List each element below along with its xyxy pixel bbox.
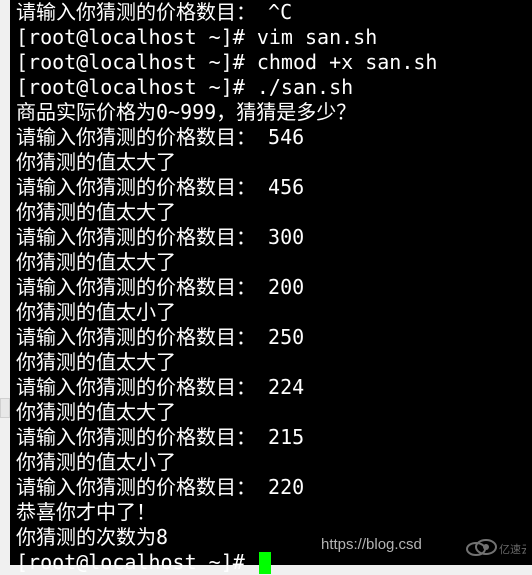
terminal-line: 你猜测的值太大了 bbox=[16, 250, 526, 275]
terminal-window[interactable]: 请输入你猜测的价格数目： ^C[root@localhost ~]# vim s… bbox=[10, 0, 532, 565]
shell-prompt: [root@localhost ~]# bbox=[16, 25, 257, 49]
terminal-line: 你猜测的值太小了 bbox=[16, 450, 526, 475]
terminal-line: 请输入你猜测的价格数目： 224 bbox=[16, 375, 526, 400]
shell-command: vim san.sh bbox=[257, 25, 377, 49]
terminal-line: 请输入你猜测的价格数目： 300 bbox=[16, 225, 526, 250]
terminal-line: 请输入你猜测的价格数目： 250 bbox=[16, 325, 526, 350]
terminal-line: [root@localhost ~]# ./san.sh bbox=[16, 75, 526, 100]
terminal-line: [root@localhost ~]# vim san.sh bbox=[16, 25, 526, 50]
terminal-line: 你猜测的值太大了 bbox=[16, 400, 526, 425]
terminal-line: 恭喜你才中了！ bbox=[16, 500, 526, 525]
terminal-line: 请输入你猜测的价格数目： ^C bbox=[16, 0, 526, 25]
terminal-line: [root@localhost ~]# chmod +x san.sh bbox=[16, 50, 526, 75]
watermark-url: https://blog.csd bbox=[321, 536, 422, 553]
cursor-block bbox=[259, 552, 271, 574]
left-gutter-marker bbox=[0, 398, 10, 418]
brand-logo-text: 亿速云 bbox=[499, 543, 526, 556]
shell-prompt: [root@localhost ~]# bbox=[16, 50, 257, 74]
terminal-line: 请输入你猜测的价格数目： 220 bbox=[16, 475, 526, 500]
terminal-line: 商品实际价格为0~999，猜猜是多少？ bbox=[16, 100, 526, 125]
terminal-line: 你猜测的值太大了 bbox=[16, 150, 526, 175]
terminal-line: 你猜测的值太大了 bbox=[16, 200, 526, 225]
terminal-line: [root@localhost ~]# bbox=[16, 550, 526, 575]
terminal-line: 请输入你猜测的价格数目： 215 bbox=[16, 425, 526, 450]
shell-prompt: [root@localhost ~]# bbox=[16, 550, 257, 574]
terminal-line: 请输入你猜测的价格数目： 546 bbox=[16, 125, 526, 150]
terminal-line: 请输入你猜测的价格数目： 200 bbox=[16, 275, 526, 300]
terminal-line: 请输入你猜测的价格数目： 456 bbox=[16, 175, 526, 200]
brand-logo: 亿速云 bbox=[462, 533, 526, 561]
terminal-line: 你猜测的值太小了 bbox=[16, 300, 526, 325]
shell-prompt: [root@localhost ~]# bbox=[16, 75, 257, 99]
shell-command: chmod +x san.sh bbox=[257, 50, 438, 74]
shell-command: ./san.sh bbox=[257, 75, 353, 99]
terminal-line: 你猜测的次数为8 bbox=[16, 525, 526, 550]
terminal-line: 你猜测的值太大了 bbox=[16, 350, 526, 375]
